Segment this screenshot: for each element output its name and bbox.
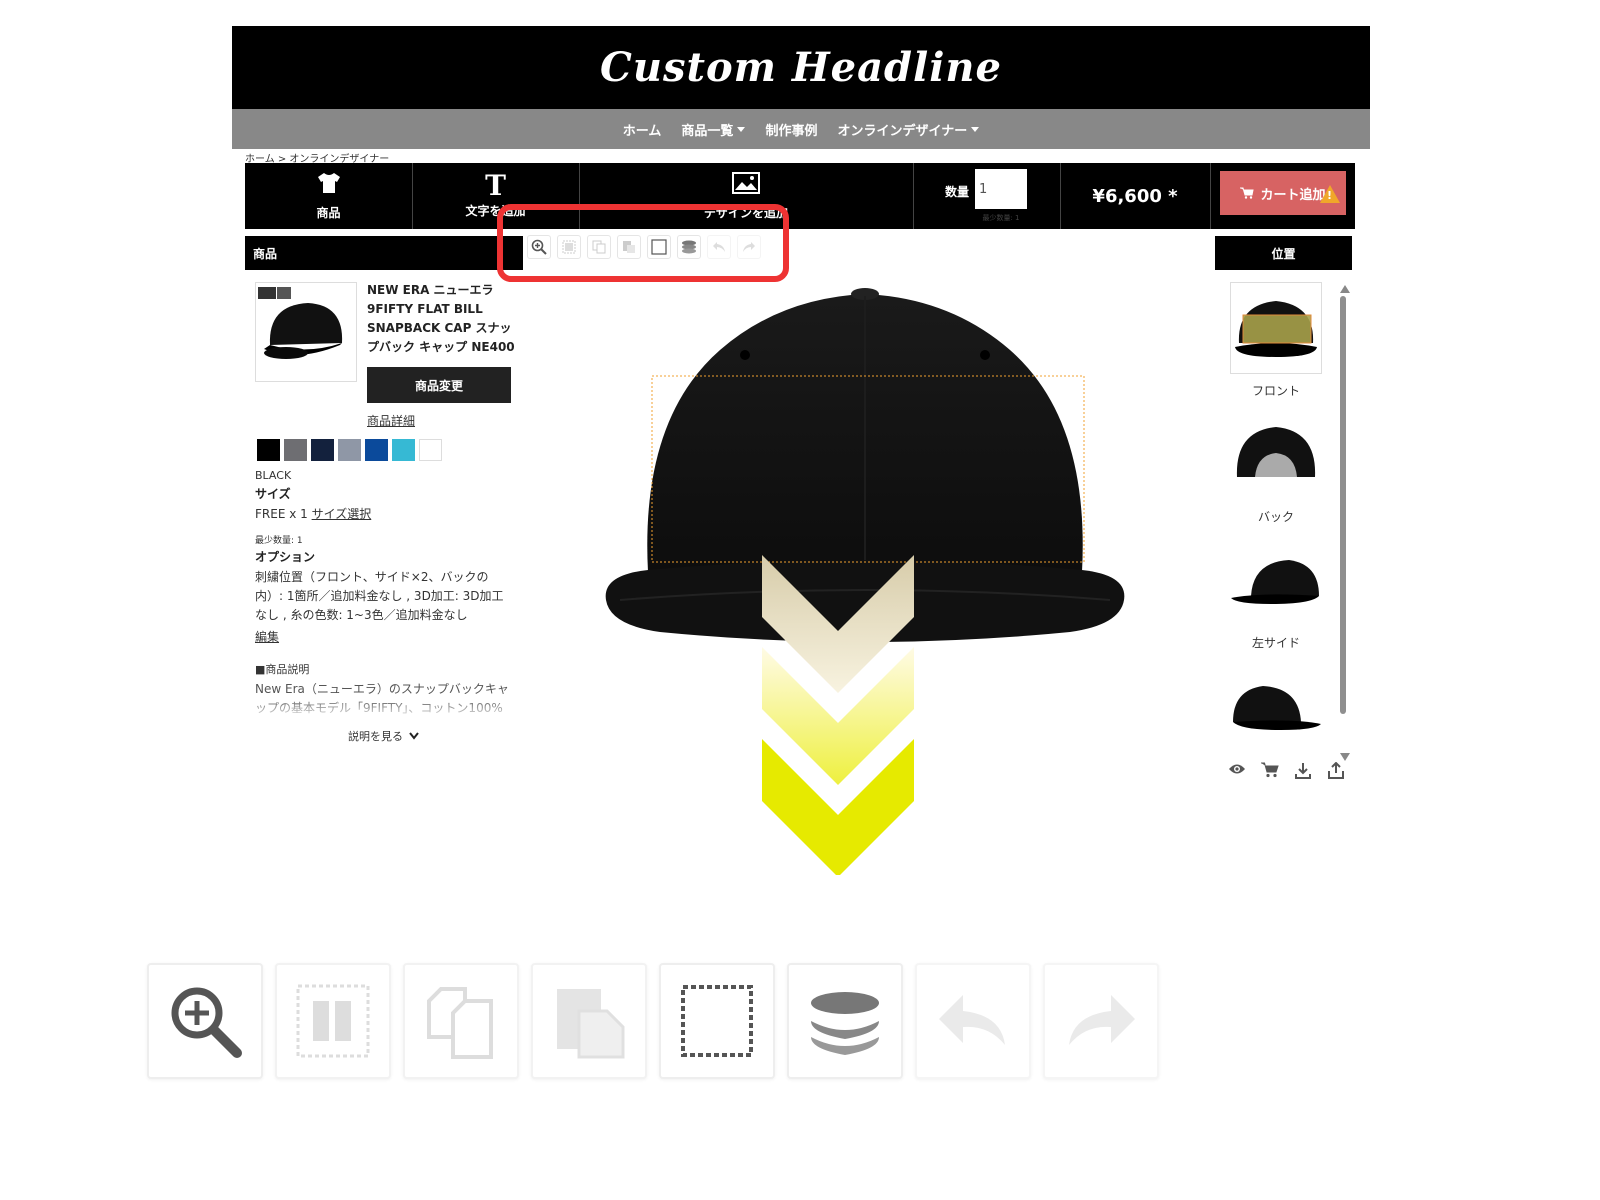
nav-home-label: ホーム — [622, 123, 662, 139]
down-arrows-annotation — [762, 555, 914, 875]
nav-examples[interactable]: 制作事例 — [765, 120, 817, 139]
view-back-label: バック — [1257, 510, 1294, 524]
layers-icon — [811, 992, 879, 1055]
quantity-label: 数量 — [945, 185, 970, 199]
nav-examples-label: 制作事例 — [765, 123, 818, 139]
scroll-up-icon[interactable] — [1340, 278, 1350, 297]
nav-designer-label: オンラインデザイナー — [837, 123, 968, 139]
color-swatch-black[interactable] — [257, 439, 280, 461]
price-display: ¥6,600 * — [1060, 163, 1211, 229]
position-section-header: 位置 — [1215, 236, 1352, 270]
add-to-cart-label: カート追加 — [1260, 187, 1326, 203]
enlarged-edit-toolbar — [147, 963, 1159, 1079]
center-button-large[interactable] — [275, 963, 391, 1079]
view-back[interactable] — [1230, 410, 1322, 502]
show-more-button[interactable]: 説明を見る — [348, 728, 419, 744]
designer-toolbar: 商品 T 文字を追加 デザインを追加 数量 1 最少数量: 1 ¥6,600 *… — [245, 163, 1355, 229]
cap-left-icon — [1231, 560, 1319, 604]
size-select-link[interactable]: サイズ選択 — [312, 507, 372, 521]
nav-home[interactable]: ホーム — [623, 120, 662, 139]
center-icon — [296, 984, 370, 1058]
share-icon[interactable] — [1327, 762, 1345, 780]
cap-back-icon — [1236, 427, 1316, 477]
size-value: FREE x 1 — [255, 507, 308, 521]
quantity-min-note: 最少数量: 1 — [982, 214, 1020, 222]
paste-button-large[interactable] — [531, 963, 647, 1079]
chevron-down-icon — [409, 732, 419, 740]
product-section-title: 商品 — [253, 246, 278, 261]
caret-down-icon — [971, 126, 980, 132]
color-swatch-silver[interactable] — [338, 439, 361, 461]
cap-right-icon — [1233, 686, 1321, 730]
paste-icon — [557, 989, 625, 1059]
redo-icon — [1069, 995, 1135, 1045]
cart-icon — [1240, 187, 1255, 199]
selected-color-label: BLACK — [255, 469, 292, 482]
nav-online-designer[interactable]: オンラインデザイナー — [837, 120, 980, 139]
cap-front-icon — [1235, 301, 1317, 357]
cart-cell: カート追加 ! — [1210, 163, 1355, 229]
color-swatch-navy[interactable] — [311, 439, 334, 461]
size-row: FREE x 1 サイズ選択 — [255, 505, 511, 524]
eye-icon[interactable] — [1228, 762, 1246, 776]
zoom-in-button-large[interactable] — [147, 963, 263, 1079]
caret-down-icon — [737, 126, 746, 132]
color-swatch-royal[interactable] — [365, 439, 388, 461]
site-logo[interactable]: Custom Headline — [600, 44, 1002, 91]
undo-icon — [939, 995, 1005, 1045]
size-heading: サイズ — [255, 487, 291, 501]
download-icon[interactable] — [1294, 762, 1312, 780]
nav-products[interactable]: 商品一覧 — [681, 120, 746, 139]
select-icon — [681, 985, 753, 1057]
product-section-header: 商品 — [245, 236, 523, 270]
view-front[interactable] — [1230, 282, 1322, 374]
description-fade — [255, 698, 511, 720]
tshirt-icon — [317, 172, 341, 200]
show-more-label: 説明を見る — [348, 730, 403, 743]
color-swatch-cyan[interactable] — [392, 439, 415, 461]
quantity-input[interactable]: 1 — [975, 169, 1027, 209]
image-icon — [732, 171, 760, 200]
copy-button-large[interactable] — [403, 963, 519, 1079]
view-actions — [1228, 762, 1345, 780]
change-product-button[interactable]: 商品変更 — [367, 367, 511, 403]
quantity-cell: 数量 1 最少数量: 1 — [913, 163, 1061, 229]
redo-button-large[interactable] — [1043, 963, 1159, 1079]
product-tab-label: 商品 — [316, 205, 341, 220]
view-left-label: 左サイド — [1251, 636, 1300, 650]
text-t-icon: T — [485, 168, 506, 202]
layers-button-large[interactable] — [787, 963, 903, 1079]
view-front-label: フロント — [1251, 384, 1300, 398]
select-button-large[interactable] — [659, 963, 775, 1079]
product-thumbnail[interactable] — [255, 282, 357, 382]
option-heading: オプション — [255, 550, 316, 564]
warning-mark: ! — [1326, 189, 1332, 202]
color-swatch-gray[interactable] — [284, 439, 307, 461]
product-tab[interactable]: 商品 — [245, 163, 413, 229]
add-to-cart-button[interactable]: カート追加 ! — [1220, 171, 1346, 215]
view-right[interactable] — [1230, 662, 1322, 754]
edit-options-link[interactable]: 編集 — [255, 628, 511, 647]
option-text: 刺繍位置（フロント、サイド×2、バックの内）: 1箇所／追加料金なし , 3D加… — [255, 570, 504, 622]
nav-products-label: 商品一覧 — [681, 123, 734, 139]
product-title: NEW ERA ニューエラ 9FIFTY FLAT BILL SNAPBACK … — [367, 283, 515, 354]
product-detail-link[interactable]: 商品詳細 — [367, 412, 415, 429]
color-swatches — [257, 439, 442, 461]
view-left[interactable] — [1230, 536, 1322, 628]
main-nav: ホーム 商品一覧 制作事例 オンラインデザイナー — [232, 109, 1370, 149]
cart-icon[interactable] — [1261, 762, 1279, 778]
highlight-frame — [497, 204, 789, 282]
zoom-in-icon — [171, 987, 242, 1058]
color-swatch-white[interactable] — [419, 439, 442, 461]
copy-icon — [427, 987, 493, 1059]
position-section-title: 位置 — [1271, 246, 1296, 261]
description-heading: ■商品説明 — [255, 663, 310, 676]
site-header: Custom Headline — [232, 26, 1370, 109]
scrollbar[interactable] — [1340, 296, 1346, 714]
undo-button-large[interactable] — [915, 963, 1031, 1079]
